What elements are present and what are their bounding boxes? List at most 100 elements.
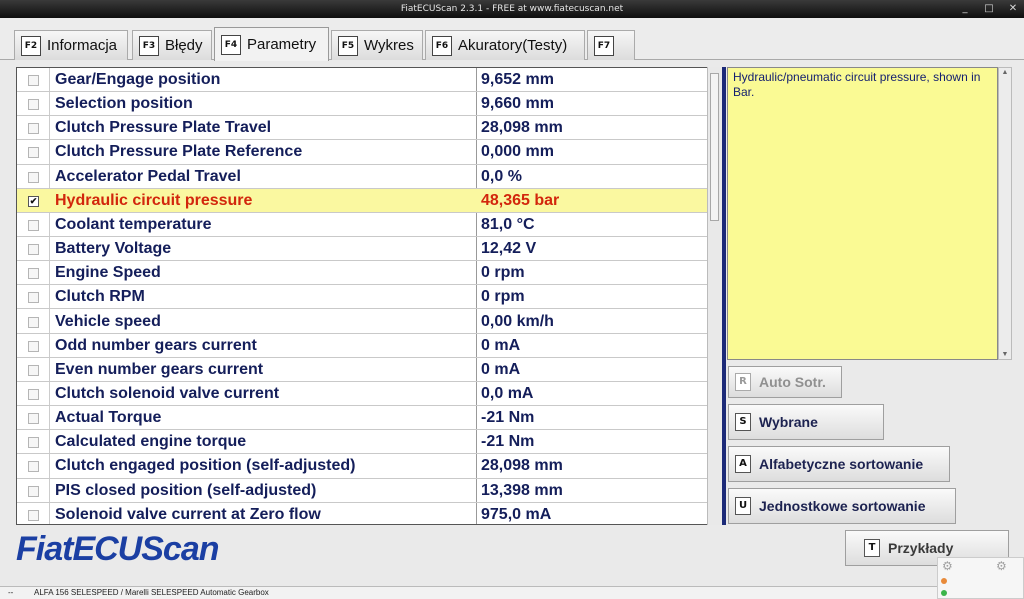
- selected-sort-button[interactable]: S Wybrane: [728, 404, 884, 440]
- table-row[interactable]: Clutch engaged position (self-adjusted) 2…: [17, 454, 707, 479]
- connection-indicator-panel: ⚙ ⚙: [937, 557, 1024, 599]
- f6-key-icon: F6: [432, 35, 452, 56]
- s-key-icon: S: [735, 413, 751, 431]
- parameter-name: Clutch RPM: [55, 288, 145, 306]
- window-controls: _ □ ✕: [960, 0, 1018, 18]
- tab-label: Błędy: [165, 37, 203, 54]
- button-label: Auto Sotr.: [759, 374, 826, 390]
- description-scrollbar[interactable]: ▲ ▼: [998, 67, 1012, 360]
- parameter-name: Even number gears current: [55, 360, 264, 378]
- row-checkbox[interactable]: [28, 413, 39, 425]
- row-checkbox[interactable]: [28, 461, 39, 473]
- alphabetical-sort-button[interactable]: A Alfabetyczne sortowanie: [728, 446, 950, 482]
- row-checkbox[interactable]: [28, 244, 39, 256]
- row-checkbox[interactable]: [28, 485, 39, 497]
- parameter-value: 0 rpm: [481, 288, 525, 306]
- row-checkbox[interactable]: [28, 364, 39, 376]
- tab-wykres[interactable]: F5 Wykres: [331, 30, 423, 60]
- table-row[interactable]: Coolant temperature 81,0 °C: [17, 213, 707, 238]
- row-checkbox[interactable]: [28, 437, 39, 449]
- parameter-name: Solenoid valve current at Zero flow: [55, 505, 321, 523]
- scroll-down-icon[interactable]: ▼: [1001, 351, 1009, 358]
- table-row[interactable]: Clutch solenoid valve current 0,0 mA: [17, 382, 707, 407]
- row-checkbox[interactable]: [28, 340, 39, 352]
- row-checkbox[interactable]: [28, 292, 39, 304]
- status-bar: -- ALFA 156 SELESPEED / Marelli SELESPEE…: [0, 586, 1024, 599]
- parameter-value: 13,398 mm: [481, 481, 563, 499]
- tab-bledy[interactable]: F3 Błędy: [132, 30, 212, 60]
- parameter-value: 0 mA: [481, 336, 521, 354]
- table-row[interactable]: Vehicle speed 0,00 km/h: [17, 310, 707, 334]
- parameter-name: Odd number gears current: [55, 336, 257, 354]
- row-checkbox[interactable]: [28, 171, 39, 183]
- table-scrollbar-thumb[interactable]: [710, 73, 719, 221]
- parameter-value: -21 Nm: [481, 409, 535, 427]
- parameter-value: 0,0 mA: [481, 384, 534, 402]
- parameter-name: Coolant temperature: [55, 215, 212, 233]
- row-checkbox[interactable]: [28, 388, 39, 400]
- tab-f7[interactable]: F7: [587, 30, 635, 60]
- row-checkbox[interactable]: [28, 123, 39, 135]
- tab-akuratory[interactable]: F6 Akuratory(Testy): [425, 30, 585, 60]
- table-row[interactable]: PIS closed position (self-adjusted) 13,39…: [17, 479, 707, 503]
- parameter-name: Vehicle speed: [55, 312, 161, 330]
- tab-bar: F2 Informacja F3 Błędy F4 Parametry F5 W…: [0, 18, 1024, 61]
- table-row[interactable]: Selection position 9,660 mm: [17, 92, 707, 117]
- row-checkbox[interactable]: [28, 99, 39, 111]
- tab-parametry[interactable]: F4 Parametry: [214, 27, 329, 61]
- f5-key-icon: F5: [338, 35, 358, 56]
- parameter-value: 975,0 mA: [481, 505, 552, 523]
- table-row[interactable]: Clutch RPM 0 rpm: [17, 285, 707, 310]
- table-row[interactable]: Accelerator Pedal Travel 0,0 %: [17, 165, 707, 189]
- table-row[interactable]: Engine Speed 0 rpm: [17, 261, 707, 286]
- table-row[interactable]: Battery Voltage 12,42 V: [17, 237, 707, 262]
- parameter-name: Clutch engaged position (self-adjusted): [55, 457, 356, 475]
- tab-label: Parametry: [247, 36, 317, 53]
- maximize-button[interactable]: □: [984, 0, 994, 18]
- table-row[interactable]: Solenoid valve current at Zero flow 975,0…: [17, 503, 707, 524]
- f7-key-icon: F7: [594, 35, 614, 56]
- button-label: Wybrane: [759, 414, 818, 430]
- row-checkbox[interactable]: [28, 75, 39, 86]
- a-key-icon: A: [735, 455, 751, 473]
- table-row[interactable]: Clutch Pressure Plate Reference 0,000 mm: [17, 140, 707, 165]
- tab-informacja[interactable]: F2 Informacja: [14, 30, 128, 60]
- table-row[interactable]: ✔ Hydraulic circuit pressure 48,365 bar: [17, 188, 707, 213]
- unit-sort-button[interactable]: U Jednostkowe sortowanie: [728, 488, 956, 524]
- close-button[interactable]: ✕: [1008, 0, 1018, 18]
- parameter-value: 0,00 km/h: [481, 312, 554, 330]
- row-checkbox[interactable]: ✔: [28, 195, 39, 207]
- parameter-description: Hydraulic/pneumatic circuit pressure, sh…: [727, 67, 998, 360]
- parameter-name: PIS closed position (self-adjusted): [55, 481, 317, 499]
- table-row[interactable]: Even number gears current 0 mA: [17, 358, 707, 382]
- row-checkbox[interactable]: [28, 509, 39, 521]
- status-left: --: [8, 588, 14, 597]
- tab-label: Akuratory(Testy): [458, 37, 568, 54]
- row-checkbox[interactable]: [28, 268, 39, 280]
- parameter-value: 28,098 mm: [481, 119, 563, 137]
- row-checkbox[interactable]: [28, 147, 39, 159]
- table-row[interactable]: Actual Torque -21 Nm: [17, 406, 707, 431]
- gear-icon: ⚙: [942, 559, 953, 573]
- row-checkbox[interactable]: [28, 219, 39, 231]
- table-row[interactable]: Odd number gears current 0 mA: [17, 334, 707, 358]
- parameter-value: 12,42 V: [481, 240, 537, 258]
- row-checkbox[interactable]: [28, 316, 39, 328]
- parameters-table: Gear/Engage position 9,652 mm Selection po…: [16, 67, 720, 525]
- parameter-value: 0 rpm: [481, 264, 525, 282]
- parameter-value: 28,098 mm: [481, 457, 563, 475]
- panel-splitter[interactable]: [722, 67, 726, 525]
- minimize-button[interactable]: _: [960, 0, 970, 18]
- parameter-name: Actual Torque: [55, 409, 162, 427]
- table-scrollbar[interactable]: [707, 67, 721, 525]
- table-row[interactable]: Calculated engine torque -21 Nm: [17, 430, 707, 455]
- parameter-value: 9,660 mm: [481, 95, 554, 113]
- fiatecuscan-logo: FiatECUScan: [16, 530, 219, 568]
- t-key-icon: T: [864, 539, 880, 557]
- table-row[interactable]: Clutch Pressure Plate Travel 28,098 mm: [17, 116, 707, 141]
- status-led-orange-icon: [941, 578, 947, 584]
- table-row[interactable]: Gear/Engage position 9,652 mm: [17, 68, 707, 93]
- auto-sort-button[interactable]: R Auto Sotr.: [728, 366, 842, 398]
- scroll-up-icon[interactable]: ▲: [1001, 69, 1009, 76]
- parameter-value: -21 Nm: [481, 433, 535, 451]
